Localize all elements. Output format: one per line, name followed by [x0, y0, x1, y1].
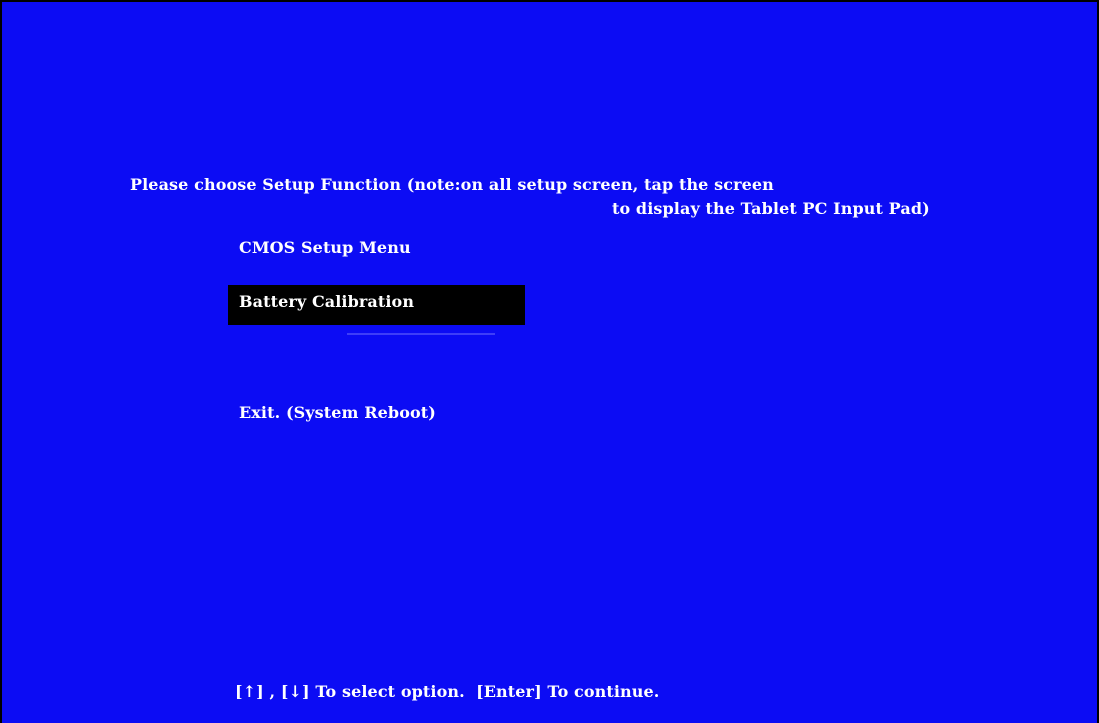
- highlight-underline: [347, 333, 495, 335]
- setup-prompt-line1: Please choose Setup Function (note:on al…: [130, 175, 774, 194]
- setup-prompt-line2: to display the Tablet PC Input Pad): [612, 199, 930, 218]
- menu-item-battery-calibration[interactable]: Battery Calibration: [239, 292, 414, 311]
- bios-setup-screen: Please choose Setup Function (note:on al…: [0, 0, 1099, 723]
- footer-key-hint: [↑] , [↓] To select option. [Enter] To c…: [235, 682, 660, 701]
- menu-item-cmos-setup[interactable]: CMOS Setup Menu: [239, 238, 411, 257]
- menu-item-exit-reboot[interactable]: Exit. (System Reboot): [239, 403, 436, 422]
